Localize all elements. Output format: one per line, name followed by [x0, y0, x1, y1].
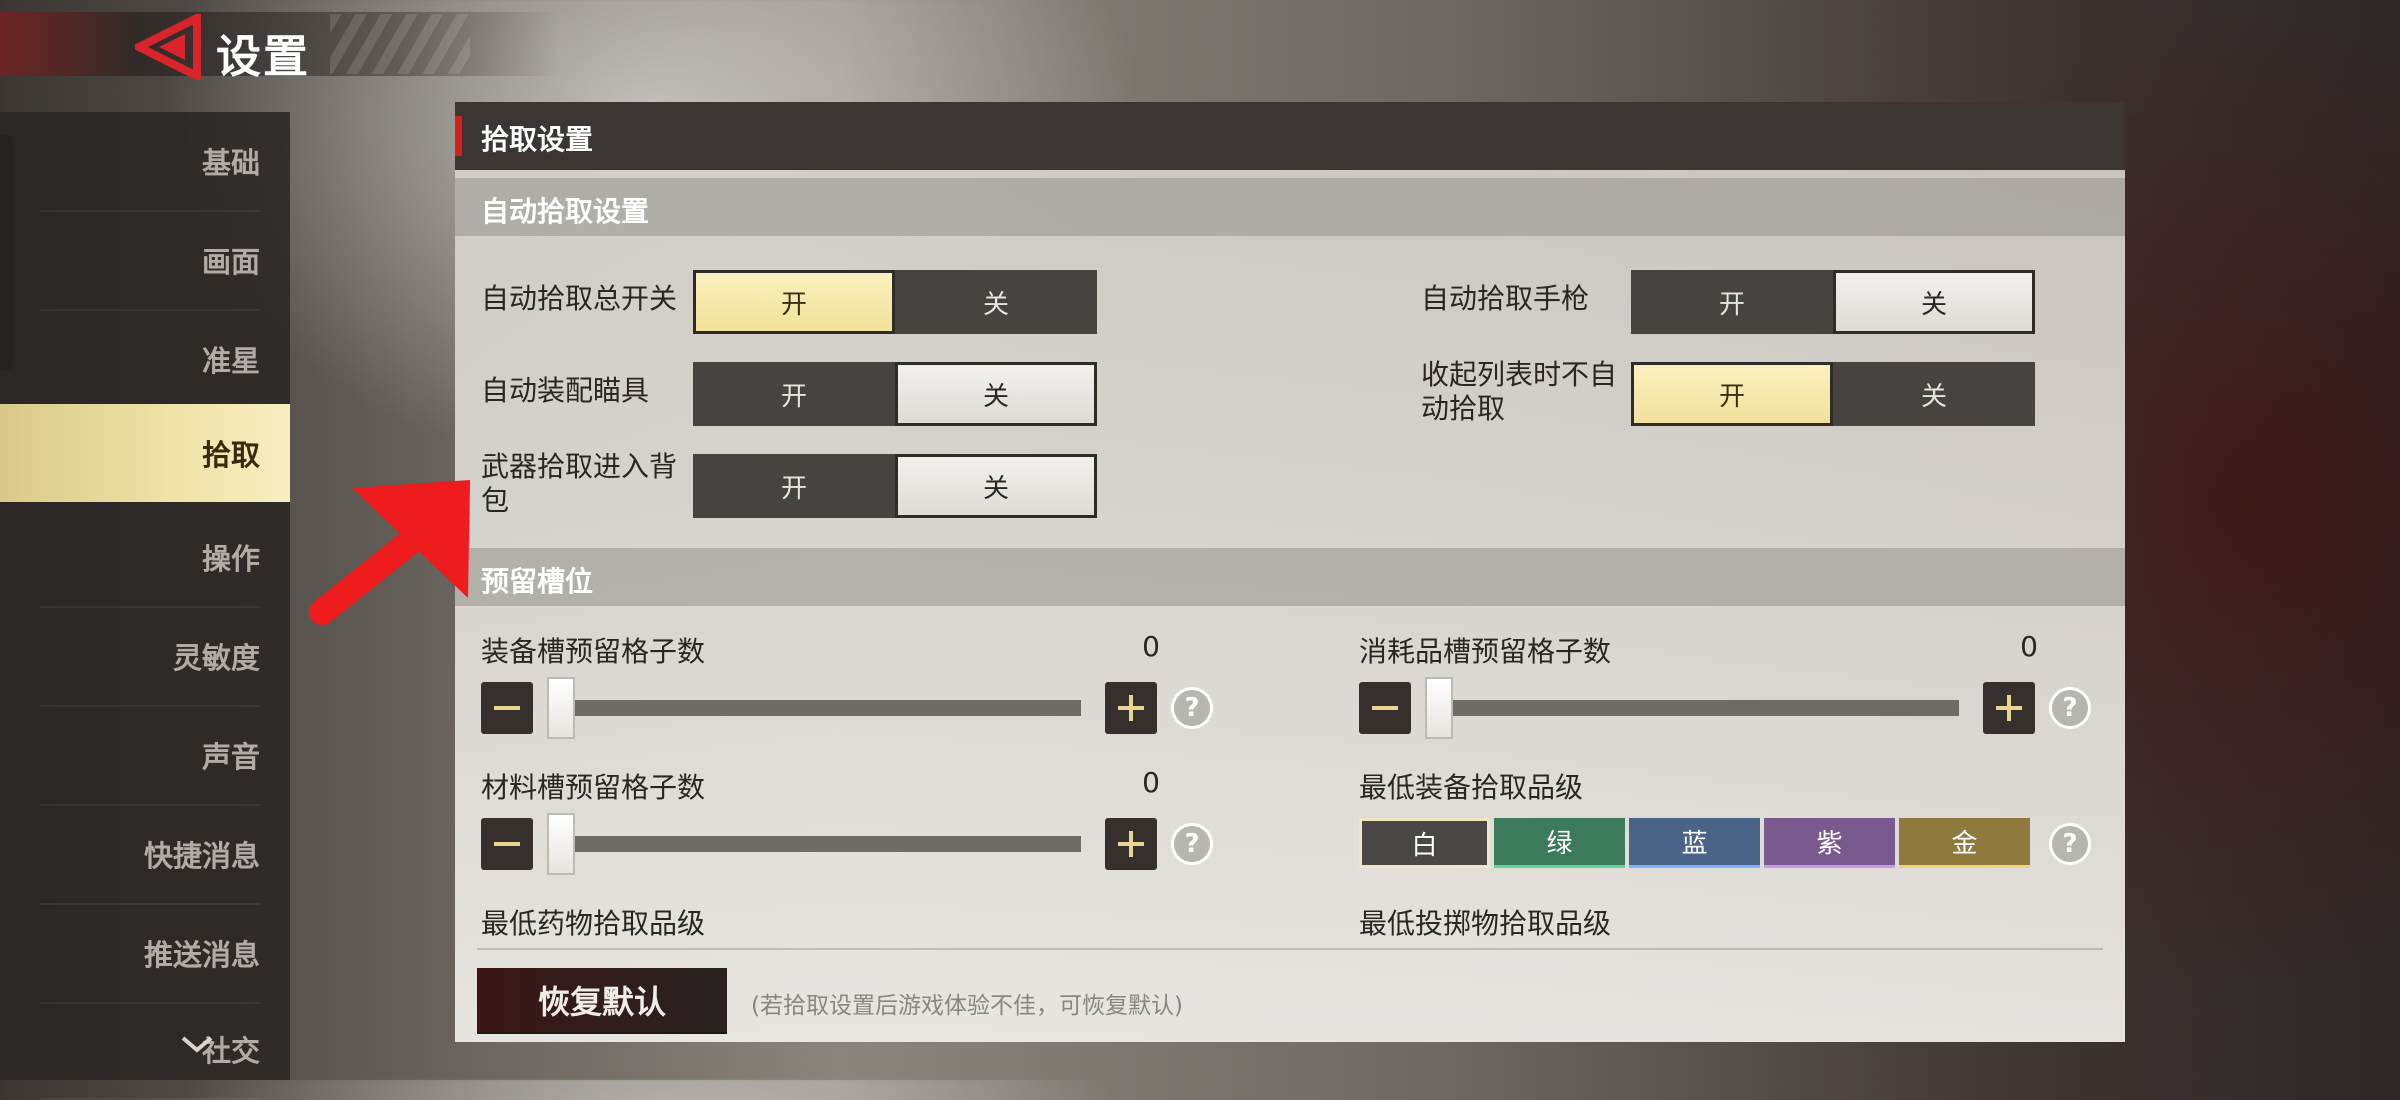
section-auto-pickup: 自动拾取设置: [455, 178, 2125, 236]
toggle-auto-equip-scope: 开 关: [693, 362, 1097, 426]
pickup-settings-panel: 拾取设置 自动拾取设置 自动拾取总开关 开 关 自动拾取手枪 开 关 自动装配瞄…: [455, 102, 2125, 1042]
equipment-slots-slider[interactable]: [561, 700, 1081, 716]
sidebar-item-controls[interactable]: 操作: [40, 508, 260, 608]
toggle-off-option[interactable]: 关: [895, 270, 1097, 334]
toggle-off-option[interactable]: 关: [895, 362, 1097, 426]
toggle-on-option[interactable]: 开: [693, 362, 895, 426]
sidebar-item-social[interactable]: 社交: [40, 1000, 260, 1100]
toggle-label-auto-pickup-pistol: 自动拾取手枪: [1421, 282, 1590, 315]
toggle-off-option[interactable]: 关: [895, 454, 1097, 518]
min-medicine-quality-label: 最低药物拾取品级: [481, 907, 706, 940]
back-arrow-icon[interactable]: [135, 14, 205, 80]
settings-sidebar: 基础 画面 准星 拾取 操作 灵敏度 声音 快捷消息 推送消息 社交: [0, 112, 290, 1100]
help-icon[interactable]: ?: [1171, 687, 1213, 729]
decrement-button[interactable]: [481, 818, 533, 870]
help-icon[interactable]: ?: [1171, 823, 1213, 865]
help-icon[interactable]: ?: [2049, 687, 2091, 729]
quality-purple-option[interactable]: 紫: [1764, 818, 1895, 868]
toggle-label-weapon-to-backpack: 武器拾取进入背包: [481, 450, 678, 517]
chevron-down-icon[interactable]: [180, 1034, 214, 1054]
panel-header-accent: [455, 116, 462, 156]
sidebar-item-crosshair[interactable]: 准星: [40, 310, 260, 410]
quality-white-option[interactable]: 白: [1359, 818, 1490, 868]
min-throwable-quality-label: 最低投掷物拾取品级: [1359, 907, 1612, 940]
toggle-weapon-to-backpack: 开 关: [693, 454, 1097, 518]
toggle-off-option[interactable]: 关: [1833, 362, 2035, 426]
slider-thumb[interactable]: [1425, 677, 1453, 739]
toggle-on-option[interactable]: 开: [1631, 270, 1833, 334]
material-slots-slider[interactable]: [561, 836, 1081, 852]
increment-button[interactable]: [1105, 818, 1157, 870]
sidebar-item-push-messages[interactable]: 推送消息: [40, 904, 260, 1004]
quality-blue-option[interactable]: 蓝: [1629, 818, 1760, 868]
section-title: 自动拾取设置: [481, 195, 650, 228]
toggle-on-option[interactable]: 开: [693, 270, 895, 334]
sidebar-item-sensitivity[interactable]: 灵敏度: [40, 607, 260, 707]
increment-button[interactable]: [1983, 682, 2035, 734]
slider-thumb[interactable]: [547, 813, 575, 875]
sidebar-item-pickup[interactable]: 拾取: [0, 404, 290, 502]
annotation-arrow-icon: [309, 480, 470, 625]
toggle-auto-pickup-master: 开 关: [693, 270, 1097, 334]
min-equipment-quality-label: 最低装备拾取品级: [1359, 771, 1584, 804]
panel-header: 拾取设置: [455, 102, 2125, 170]
toggle-label-auto-pickup-master: 自动拾取总开关: [481, 282, 678, 315]
top-bar-hatch-decoration: [330, 14, 470, 74]
help-icon[interactable]: ?: [2049, 823, 2091, 865]
slider-value: 0: [1142, 766, 1160, 799]
restore-defaults-hint: (若拾取设置后游戏体验不佳，可恢复默认): [751, 993, 1183, 1019]
slider-value: 0: [2020, 630, 2038, 663]
toggle-auto-pickup-pistol: 开 关: [1631, 270, 2035, 334]
toggle-on-option[interactable]: 开: [693, 454, 895, 518]
consumable-slots-slider[interactable]: [1439, 700, 1959, 716]
toggle-label-auto-equip-scope: 自动装配瞄具: [481, 374, 650, 407]
toggle-off-option[interactable]: 关: [1833, 270, 2035, 334]
slider-label-equipment-slots: 装备槽预留格子数: [481, 635, 706, 668]
toggle-no-auto-pickup-when-collapsed: 开 关: [1631, 362, 2035, 426]
toggle-on-option[interactable]: 开: [1631, 362, 1833, 426]
sidebar-item-sound[interactable]: 声音: [40, 706, 260, 806]
section-reserved-slots: 预留槽位: [455, 548, 2125, 606]
page-title: 设置: [216, 30, 311, 83]
decrement-button[interactable]: [481, 682, 533, 734]
increment-button[interactable]: [1105, 682, 1157, 734]
restore-defaults-button[interactable]: 恢复默认: [477, 968, 727, 1032]
toggle-label-no-auto-pickup-when-collapsed: 收起列表时不自动拾取: [1421, 358, 1618, 425]
sidebar-item-basic[interactable]: 基础: [40, 112, 260, 212]
equipment-quality-selector: 白 绿 蓝 紫 金: [1359, 818, 2030, 868]
slider-value: 0: [1142, 630, 1160, 663]
footer-divider: [477, 948, 2103, 950]
top-bar: 设置: [0, 0, 560, 83]
panel-title: 拾取设置: [481, 123, 594, 156]
sidebar-item-quick-messages[interactable]: 快捷消息: [40, 805, 260, 905]
slider-label-material-slots: 材料槽预留格子数: [481, 771, 706, 804]
slider-label-consumable-slots: 消耗品槽预留格子数: [1359, 635, 1612, 668]
slider-thumb[interactable]: [547, 677, 575, 739]
quality-green-option[interactable]: 绿: [1494, 818, 1625, 868]
sidebar-item-graphics[interactable]: 画面: [40, 211, 260, 311]
quality-gold-option[interactable]: 金: [1899, 818, 2030, 868]
decrement-button[interactable]: [1359, 682, 1411, 734]
